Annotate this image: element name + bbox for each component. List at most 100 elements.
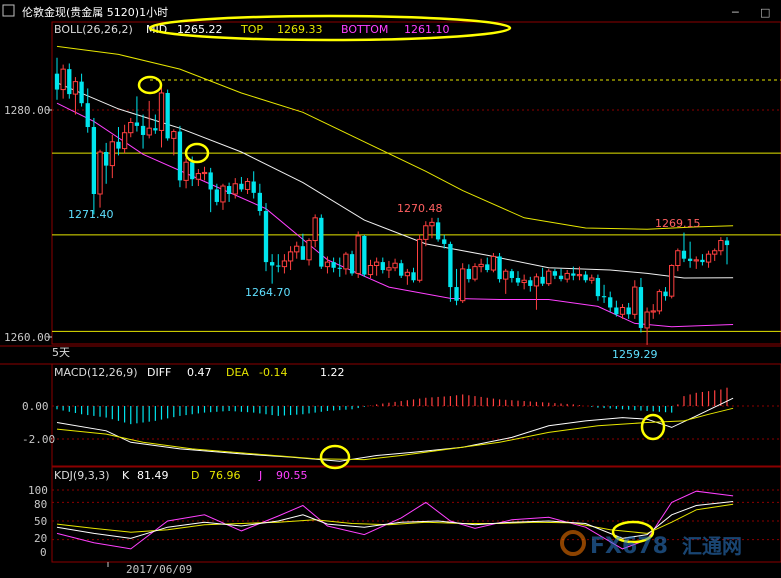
candle-body-21 [183,161,189,181]
candle-body-67 [466,268,471,280]
candle-body-80 [546,270,552,285]
candle-body-86 [583,274,588,281]
candle-body-89 [601,296,607,298]
kdj-k-line [56,501,734,539]
candle-body-91 [614,307,619,315]
candle-body-94 [632,286,638,315]
candle-body-97 [650,310,656,313]
kdj-tick-100: 100 [28,484,48,497]
boll-mid-line [56,82,734,279]
candle-body-100 [669,264,675,297]
candle-body-57 [404,271,411,277]
candle-body-69 [478,263,484,268]
annotation-low-1264: 1264.70 [245,286,291,299]
candle-body-51 [367,264,374,276]
boll-top-label: TOP [240,23,263,36]
kdj-plot [52,489,781,567]
candle-body-82 [558,275,564,280]
kdj-k-value: 81.49 [137,469,169,482]
candle-body-107 [712,250,718,255]
boll-bottom-line [56,102,734,328]
boll-top-value: 1269.33 [277,23,323,36]
period-label: 5天 [52,346,70,359]
candle-body-45 [331,262,336,268]
price-tick-1260: 1260.00 [4,331,50,344]
candle-body-76 [521,279,527,284]
candle-body-28 [226,186,232,194]
macd-tick-neg2: -2.00 [22,433,55,446]
candle-body-27 [220,185,226,203]
candle-body-109 [724,240,730,246]
candle-body-88 [595,277,601,297]
window-title: 伦敦金现(贵金属 5120)1小时 [22,5,168,19]
candle-body-20 [177,131,183,181]
candle-body-68 [472,266,478,280]
candle-body-72 [497,256,502,280]
candle-body-64 [448,243,453,288]
macd-label: MACD(12,26,9) [54,366,138,379]
candle-body-5 [85,103,90,128]
candle-body-13 [134,122,140,126]
highlight-circle-1 [137,75,163,95]
kdj-k-label: K [122,469,130,482]
boll-bottom-value: 1261.10 [404,23,450,36]
candle-body-81 [552,271,558,276]
candle-body-93 [626,307,631,315]
candle-body-56 [399,263,404,276]
candle-body-44 [324,261,331,268]
candle-body-43 [319,217,324,267]
kdj-tick-20: 20 [34,532,47,545]
candle-body-78 [533,276,540,287]
candle-body-39 [294,245,300,253]
candle-body-10 [116,141,121,149]
price-tick-1280: 1280.00 [4,104,50,117]
macd-tick-0: 0.00 [22,400,49,413]
candle-body-63 [442,239,447,244]
candle-body-79 [540,276,545,284]
candle-body-22 [190,162,195,180]
candle-body-103 [687,258,693,261]
candle-body-38 [287,251,294,262]
candle-body-66 [460,268,466,302]
candle-body-1 [60,68,66,91]
candle-body-96 [644,311,650,329]
candle-body-108 [718,240,724,252]
macd-diff-value: 0.47 [187,366,212,379]
candle-body-54 [386,267,392,271]
boll-label: BOLL(26,26,2) [54,23,133,36]
candle-body-0 [54,73,60,90]
candle-body-41 [306,240,312,261]
watermark-brand: FX678 [590,534,668,559]
candle-body-12 [128,121,134,134]
kdj-d-label: D [191,469,199,482]
candle-body-30 [239,183,244,190]
candle-body-9 [109,141,115,167]
macd-plot [52,387,781,462]
candle-body-92 [619,306,626,315]
candle-body-36 [276,265,281,267]
candle-body-34 [263,211,269,263]
candle-body-59 [417,238,423,281]
candle-body-52 [373,261,380,266]
kdj-d-line [56,503,734,534]
kdj-j-value: 90.55 [276,469,308,482]
boll-top-line [56,45,734,230]
candle-body-62 [435,222,441,240]
candle-body-104 [693,259,699,262]
candle-body-2 [67,69,72,95]
kdj-d-value: 76.96 [209,469,241,482]
candle-body-53 [380,262,385,271]
candle-body-19 [171,131,177,139]
restore-icon[interactable]: □ [760,6,770,19]
kdj-tick-80: 80 [34,498,47,511]
candle-body-14 [140,125,146,135]
candle-body-8 [104,151,109,166]
candle-body-95 [638,287,644,328]
minimize-icon[interactable]: ─ [731,6,739,19]
kdj-j-label: J [258,469,262,482]
macd-dea-label: DEA [226,366,249,379]
macd-diff-line [56,397,734,462]
candle-body-16 [153,128,158,131]
watermark-cn: 汇通网 [682,534,742,558]
candle-body-11 [121,132,128,150]
